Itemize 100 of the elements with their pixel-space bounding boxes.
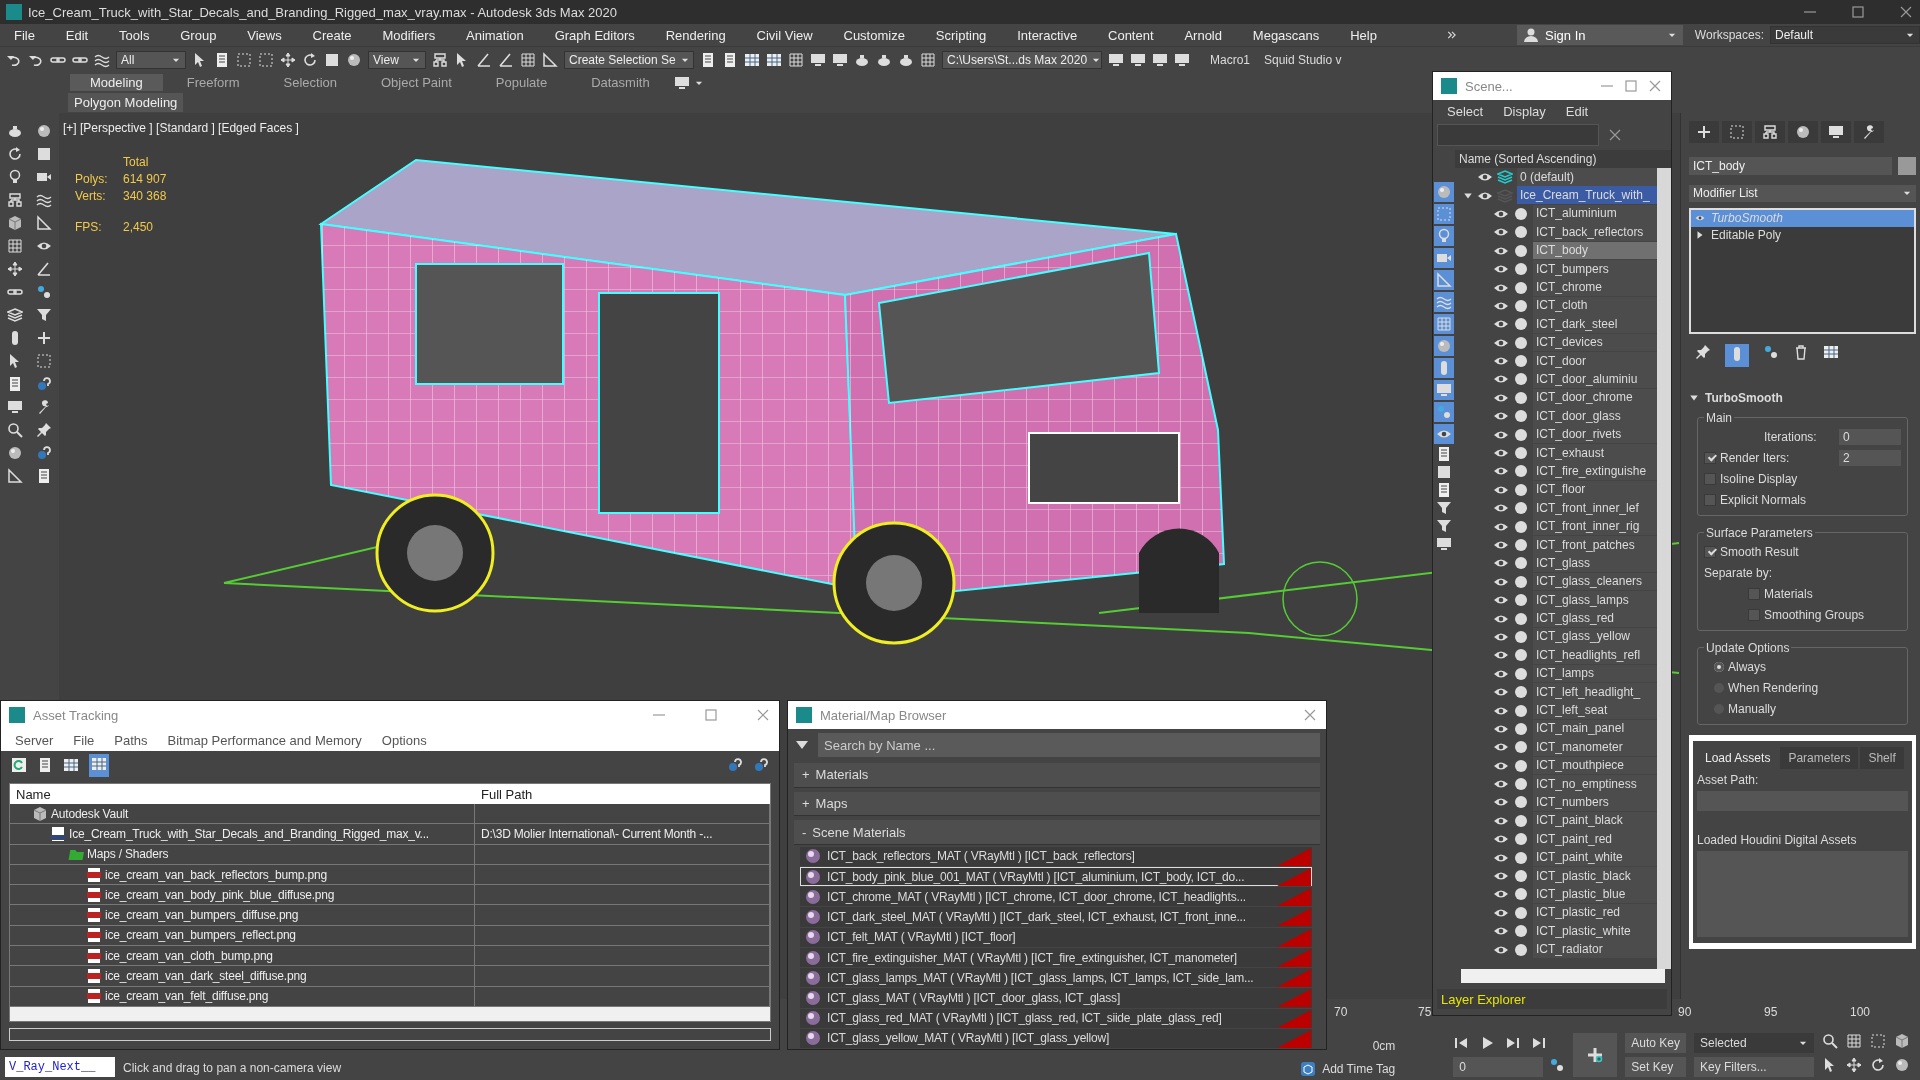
- ice-cream-truck-drawing[interactable]: [318, 158, 1226, 645]
- sphere-icon[interactable]: [36, 122, 53, 139]
- dot-icon[interactable]: [1513, 904, 1529, 921]
- dot-icon[interactable]: [1513, 573, 1529, 590]
- refresh-icon[interactable]: [11, 757, 27, 773]
- dashed-square-icon[interactable]: [258, 52, 274, 68]
- object-item[interactable]: ICT_manometer: [1533, 738, 1657, 757]
- dot-icon[interactable]: [1513, 941, 1529, 958]
- asset-name[interactable]: ice_cream_van_cloth_bump.png: [105, 948, 273, 963]
- houdini-tab[interactable]: Shelf: [1860, 747, 1904, 769]
- close-icon[interactable]: [1898, 4, 1914, 20]
- dashed-square-icon[interactable]: [1870, 1033, 1886, 1049]
- question-icon[interactable]: [36, 444, 53, 461]
- modifier-stack-item[interactable]: Editable Poly: [1691, 226, 1914, 244]
- angle-icon[interactable]: [476, 52, 492, 68]
- sphere-icon[interactable]: [1795, 124, 1811, 140]
- grid-icon[interactable]: [6, 237, 23, 254]
- triangle-down-icon[interactable]: [1689, 393, 1699, 403]
- dot-icon[interactable]: [1513, 500, 1529, 517]
- table-icon[interactable]: [766, 52, 782, 68]
- modifier-list-dropdown[interactable]: Modifier List: [1689, 185, 1916, 202]
- step-forward-icon[interactable]: [1505, 1035, 1522, 1051]
- object-item[interactable]: ICT_door_glass: [1533, 407, 1657, 426]
- menu-item[interactable]: Help: [1350, 27, 1377, 43]
- list-icon[interactable]: [214, 52, 230, 68]
- step-forward-icon[interactable]: [1531, 1035, 1548, 1051]
- object-item[interactable]: ICT_back_reflectors: [1533, 223, 1657, 242]
- monitor-icon[interactable]: [673, 74, 690, 91]
- monitor-icon[interactable]: [1828, 124, 1844, 140]
- triangle-icon[interactable]: [6, 467, 23, 484]
- circle-helper[interactable]: [1282, 561, 1358, 637]
- layer-explorer-dropdown[interactable]: Layer Explorer: [1437, 989, 1667, 1009]
- material-item[interactable]: ICT_back_reflectors_MAT ( VRayMtl ) [ICT_back_reflectors]: [800, 846, 1312, 867]
- dot-icon[interactable]: [1513, 389, 1529, 406]
- scrollbar[interactable]: [1657, 168, 1671, 969]
- material-item[interactable]: ICT_glass_yellow_MAT ( VRayMtl ) [ICT_glass_yellow]: [800, 1028, 1312, 1048]
- dot-icon[interactable]: [1513, 334, 1529, 351]
- move-arrows-icon[interactable]: [1846, 1057, 1862, 1073]
- dashed-square-icon[interactable]: [36, 352, 53, 369]
- grid-icon[interactable]: [920, 52, 936, 68]
- step-back-icon[interactable]: [1453, 1035, 1470, 1051]
- menu-item[interactable]: Scripting: [935, 27, 987, 43]
- checkbox[interactable]: [1704, 546, 1716, 559]
- add-time-tag-button[interactable]: Add Time Tag: [1322, 1062, 1396, 1076]
- circle-arrow-icon[interactable]: [302, 52, 318, 68]
- list-icon[interactable]: [722, 52, 738, 68]
- angle-icon[interactable]: [498, 52, 514, 68]
- square-icon[interactable]: [324, 52, 340, 68]
- material-item[interactable]: ICT_fire_extinguisher_MAT ( VRayMtl ) [ICT_fire_extinguisher, ICT_manometer]: [800, 947, 1312, 968]
- menu-item[interactable]: Graph Editors: [554, 27, 635, 43]
- list-icon[interactable]: [700, 52, 716, 68]
- menu-item[interactable]: Server: [15, 732, 54, 748]
- dot-icon[interactable]: [1513, 794, 1529, 811]
- set-key-button[interactable]: [1573, 1033, 1618, 1077]
- path-field[interactable]: [9, 1027, 771, 1041]
- selection-set-dropdown[interactable]: Create Selection Se: [564, 51, 694, 69]
- dot-icon[interactable]: [1513, 297, 1529, 314]
- set-key-mode-button[interactable]: Set Key: [1625, 1057, 1686, 1077]
- object-name-field[interactable]: ICT_body: [1689, 157, 1892, 175]
- group-toggle[interactable]: +: [802, 767, 810, 783]
- table-icon[interactable]: [1823, 344, 1839, 360]
- menu-item[interactable]: Rendering: [665, 27, 726, 43]
- dot-icon[interactable]: [1513, 353, 1529, 370]
- dashed-square-icon[interactable]: [236, 52, 252, 68]
- close-icon[interactable]: [1302, 707, 1318, 723]
- spinner-field[interactable]: 2: [1839, 450, 1901, 467]
- table-icon[interactable]: [63, 757, 79, 773]
- dot-icon[interactable]: [1513, 628, 1529, 645]
- ribbon-tab[interactable]: Datasmith: [571, 74, 670, 91]
- dot-icon[interactable]: [1513, 205, 1529, 222]
- column-header[interactable]: Full Path: [475, 786, 770, 802]
- dot-icon[interactable]: [1513, 592, 1529, 609]
- rollout-title[interactable]: TurboSmooth: [1705, 391, 1783, 405]
- search-field[interactable]: Search by Name ...: [818, 733, 1320, 757]
- monitor-icon[interactable]: [1108, 52, 1124, 68]
- frame-spinner[interactable]: 0: [1453, 1057, 1544, 1077]
- project-path-dropdown[interactable]: C:\Users\St...ds Max 2020: [942, 51, 1102, 69]
- viewport-label[interactable]: [+] [Perspective ] [Standard ] [Edged Faces ]: [63, 121, 299, 135]
- search-icon[interactable]: [1822, 1033, 1838, 1049]
- dot-icon[interactable]: [1513, 518, 1529, 535]
- circle-arrow-icon[interactable]: [1870, 1057, 1886, 1073]
- object-item[interactable]: ICT_glass_red: [1533, 609, 1657, 628]
- search-field[interactable]: [1437, 124, 1599, 146]
- plus-icon[interactable]: [1696, 124, 1712, 140]
- material-item[interactable]: ICT_glass_red_MAT ( VRayMtl ) [ICT_glass_red, ICT_siide_plate_glass_red]: [800, 1008, 1312, 1028]
- group-header[interactable]: Scene Materials: [812, 824, 906, 840]
- column-header[interactable]: Name (Sorted Ascending): [1455, 150, 1671, 168]
- object-item[interactable]: ICT_door_rivets: [1533, 425, 1657, 444]
- hierarchy-icon[interactable]: [1762, 124, 1778, 140]
- asset-name[interactable]: ice_cream_van_bumpers_reflect.png: [105, 928, 296, 943]
- trash-icon[interactable]: [1793, 344, 1809, 360]
- object-item[interactable]: ICT_headlights_refl: [1533, 646, 1657, 665]
- hierarchy-icon[interactable]: [432, 52, 448, 68]
- funnel-icon[interactable]: [36, 306, 53, 323]
- dot-icon[interactable]: [1513, 868, 1529, 885]
- menu-item[interactable]: Edit: [65, 27, 89, 43]
- dot-icon[interactable]: [1513, 831, 1529, 848]
- checkbox[interactable]: [1704, 452, 1716, 465]
- macro-label[interactable]: Macro1: [1210, 53, 1250, 67]
- dot-icon[interactable]: [1513, 665, 1529, 682]
